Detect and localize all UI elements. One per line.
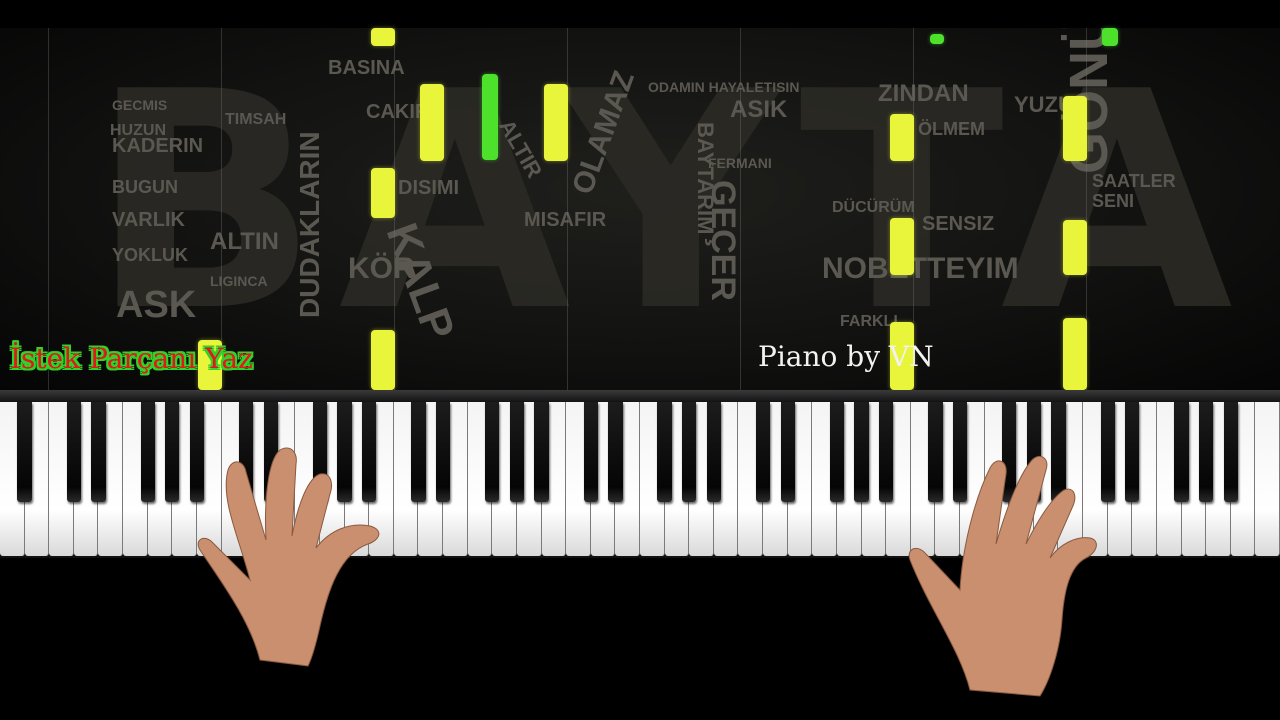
cloud-word: DÜCÜRÜM (832, 199, 915, 216)
note-bar (890, 114, 914, 161)
black-key (140, 402, 155, 502)
video-frame: BAYTAR BASINA GECMIS HUZUN KADERIN BUGUN… (0, 0, 1280, 720)
black-key (854, 402, 869, 502)
note-bar (371, 330, 395, 390)
cloud-word: ASIK (730, 96, 788, 123)
cloud-word: DISIMI (398, 177, 460, 199)
note-bar (371, 28, 395, 46)
note-bar (1102, 28, 1118, 46)
album-art-backdrop: BAYTAR BASINA GECMIS HUZUN KADERIN BUGUN… (0, 28, 1280, 390)
cloud-word: BAYTARIM (693, 122, 718, 235)
cloud-word: NOBETTEYIM (822, 252, 1019, 285)
black-key (17, 402, 32, 502)
note-bar (1063, 96, 1087, 161)
note-bar (482, 74, 498, 160)
cloud-word: SAATLER (1092, 171, 1176, 191)
note-bar (371, 168, 395, 218)
left-hand (197, 447, 380, 667)
guide-line (567, 28, 568, 390)
black-key (682, 402, 697, 502)
note-bar (1063, 220, 1087, 275)
black-key (1174, 402, 1189, 502)
black-key (1125, 402, 1140, 502)
note-bar (930, 34, 944, 44)
request-song-label: İstek Parçanı Yaz (10, 342, 253, 375)
guide-line (48, 28, 49, 390)
black-key (829, 402, 845, 502)
note-bar (544, 84, 568, 161)
guide-line (221, 28, 222, 390)
black-key (1223, 402, 1238, 502)
black-key (91, 402, 106, 502)
cloud-word: ODAMIN HAYALETISIN (648, 79, 800, 95)
credit-label: Piano by VN (758, 340, 934, 373)
cloud-word: ASK (116, 284, 197, 326)
right-hand (908, 455, 1097, 697)
black-key (706, 402, 721, 502)
black-key (879, 402, 894, 502)
black-key (66, 402, 81, 502)
cloud-word: SENI (1092, 191, 1135, 211)
black-key (165, 402, 180, 502)
cloud-word: MISAFIR (524, 209, 607, 231)
black-key (485, 402, 500, 502)
cloud-word: GECMIS (112, 97, 168, 113)
note-bar (1063, 318, 1087, 390)
black-key (435, 402, 451, 502)
cloud-word: DUDAKLARIN (294, 131, 325, 318)
black-key (1199, 402, 1214, 502)
cloud-word: YOKLUK (112, 245, 188, 265)
cloud-word: BUGUN (112, 177, 178, 197)
cloud-word: KÖR (348, 252, 415, 285)
cloud-word: VARLIK (112, 209, 185, 231)
cloud-word: SENSIZ (922, 213, 995, 235)
black-key (657, 402, 672, 502)
black-key (583, 402, 598, 502)
cloud-word: KADERIN (112, 135, 204, 157)
guide-line (740, 28, 741, 390)
black-key (755, 402, 771, 502)
cloud-word: TIMSAH (225, 111, 287, 128)
black-key (509, 402, 525, 502)
cloud-word: ZINDAN (878, 80, 969, 107)
cloud-word: ÖLMEM (918, 119, 985, 139)
black-key (608, 402, 623, 502)
black-key (534, 402, 549, 502)
white-key (1255, 402, 1280, 556)
black-key (780, 402, 795, 502)
note-bar (890, 218, 914, 275)
note-bar (420, 84, 444, 161)
cloud-word: LIGINCA (210, 273, 268, 289)
